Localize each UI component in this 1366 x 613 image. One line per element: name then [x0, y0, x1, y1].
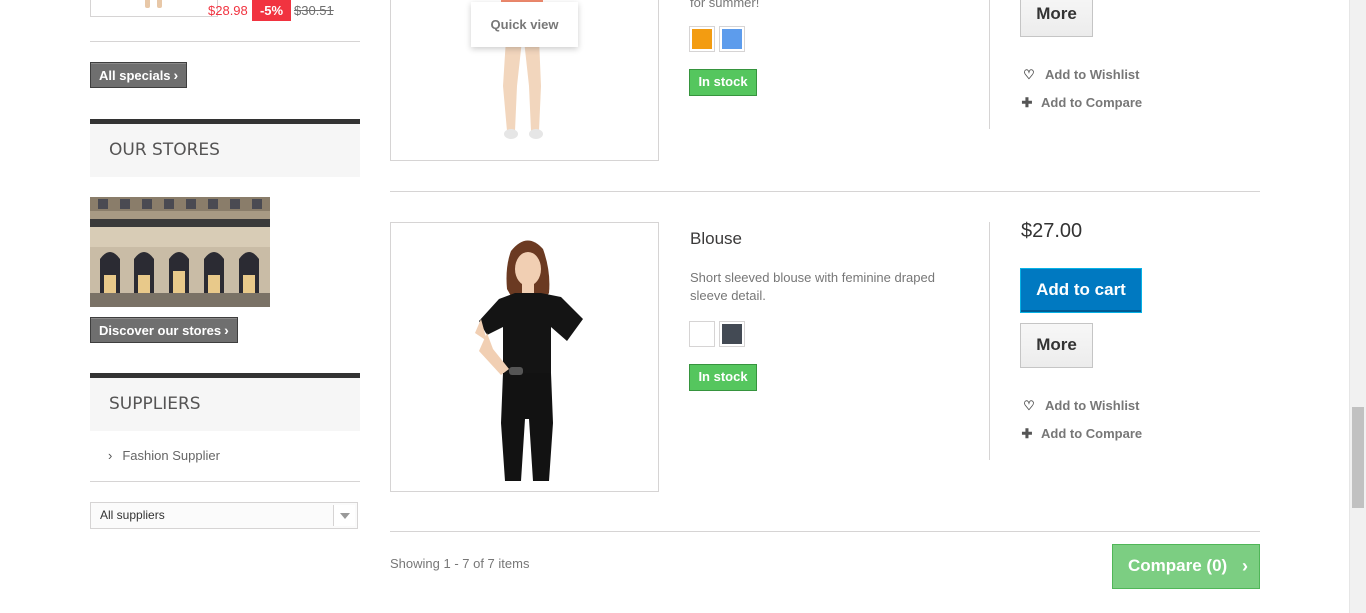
compare-button[interactable]: Compare (0) › — [1112, 544, 1260, 589]
color-swatch-fill — [722, 29, 742, 49]
heart-icon: ♡ — [1023, 398, 1035, 413]
special-price: $28.98 — [208, 3, 248, 18]
suppliers-select[interactable]: All suppliers — [90, 502, 358, 529]
product-count: Showing 1 - 7 of 7 items — [390, 556, 530, 571]
divider — [90, 481, 360, 482]
compare-label: Add to Compare — [1041, 426, 1143, 441]
supplier-name: Fashion Supplier — [122, 448, 220, 463]
product-name-link[interactable]: Blouse — [690, 229, 742, 249]
vertical-divider — [989, 0, 990, 129]
in-stock-badge: In stock — [689, 69, 757, 96]
color-swatch-fill — [692, 324, 712, 344]
compare-label: Add to Compare — [1041, 95, 1143, 110]
product-price: $27.00 — [1021, 220, 1083, 242]
chevron-right-icon: › — [173, 67, 179, 83]
color-swatch-orange[interactable] — [689, 26, 715, 52]
wishlist-label: Add to Wishlist — [1045, 398, 1140, 413]
divider — [390, 191, 1260, 192]
store-image[interactable] — [90, 197, 270, 307]
color-swatch-dark-gray[interactable] — [719, 321, 745, 347]
add-to-cart-button[interactable]: Add to cart — [1020, 268, 1142, 313]
all-specials-label: All specials — [99, 68, 171, 83]
discover-stores-label: Discover our stores — [99, 323, 222, 338]
add-to-compare-link[interactable]: ✚ Add to Compare — [1019, 426, 1143, 442]
discover-stores-button[interactable]: Discover our stores › — [90, 317, 238, 343]
more-button[interactable]: More — [1020, 323, 1093, 368]
in-stock-badge: In stock — [689, 364, 757, 391]
old-price: $30.51 — [294, 3, 334, 18]
more-button[interactable]: More — [1020, 0, 1093, 37]
reduction-badge: -5% — [252, 0, 291, 21]
product-description: for summer! — [690, 0, 760, 10]
chevron-down-icon[interactable] — [333, 505, 355, 526]
plus-icon: ✚ — [1021, 95, 1033, 110]
plus-icon: ✚ — [1021, 426, 1033, 441]
page-scrollbar[interactable] — [1349, 0, 1366, 613]
store-building-image — [90, 197, 270, 307]
wishlist-label: Add to Wishlist — [1045, 67, 1140, 82]
compare-button-label: Compare (0) — [1128, 556, 1228, 575]
heart-icon: ♡ — [1023, 67, 1035, 82]
our-stores-title[interactable]: OUR STORES — [90, 119, 360, 177]
select-value: All suppliers — [100, 508, 165, 522]
chevron-right-icon: › — [224, 322, 229, 338]
color-swatch-fill — [722, 324, 742, 344]
product-image — [143, 0, 165, 10]
chevron-right-icon: › — [108, 448, 113, 463]
supplier-link[interactable]: › Fashion Supplier — [108, 448, 220, 463]
vertical-divider — [989, 222, 990, 460]
all-specials-button[interactable]: All specials › — [90, 62, 188, 88]
divider — [90, 41, 360, 42]
product-image — [391, 223, 658, 491]
quick-view-button[interactable]: Quick view — [471, 2, 578, 47]
divider — [390, 531, 1260, 532]
color-swatch-white[interactable] — [689, 321, 715, 347]
color-swatch-blue[interactable] — [719, 26, 745, 52]
add-to-wishlist-link[interactable]: ♡ Add to Wishlist — [1021, 398, 1140, 414]
product-description: Short sleeved blouse with feminine drape… — [690, 270, 935, 303]
special-product-thumbnail[interactable] — [90, 0, 218, 17]
product-image-link[interactable] — [390, 222, 659, 492]
color-swatch-fill — [692, 29, 712, 49]
add-to-wishlist-link[interactable]: ♡ Add to Wishlist — [1021, 67, 1140, 83]
suppliers-title[interactable]: SUPPLIERS — [90, 373, 360, 431]
chevron-right-icon: › — [1242, 556, 1248, 576]
scrollbar-thumb[interactable] — [1352, 407, 1364, 508]
add-to-compare-link[interactable]: ✚ Add to Compare — [1019, 95, 1143, 111]
